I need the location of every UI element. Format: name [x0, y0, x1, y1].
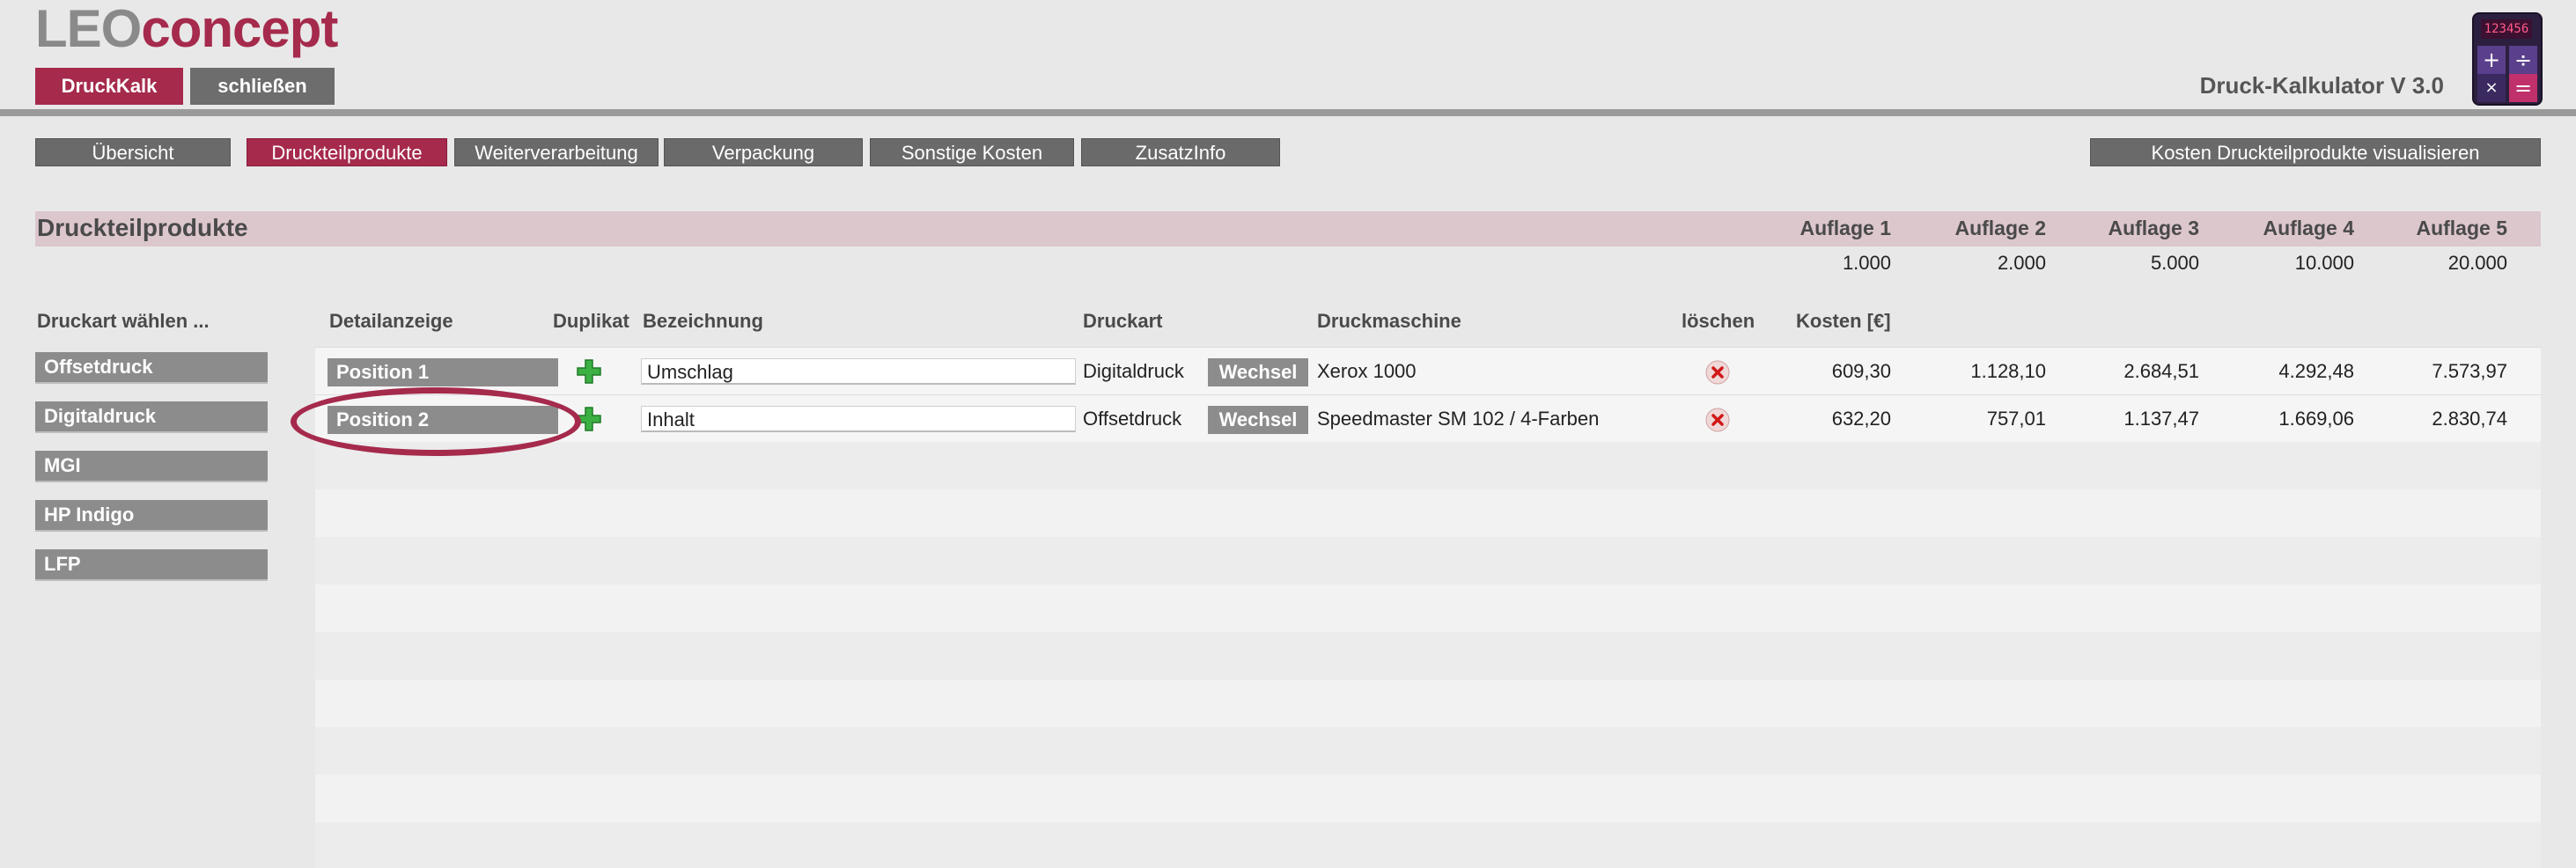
tab-zusatzinfo[interactable]: ZusatzInfo: [1081, 138, 1280, 166]
print-type-digitaldruck[interactable]: Digitaldruck: [35, 401, 268, 433]
column-bezeichnung: Bezeichnung: [643, 310, 763, 332]
kosten-value: 4.292,48: [2278, 360, 2354, 382]
calculator-display: 123456: [2481, 19, 2532, 39]
tab-druckteilprodukte[interactable]: Druckteilprodukte: [247, 138, 447, 166]
bezeichnung-field[interactable]: Inhalt: [641, 406, 1076, 432]
auflage-quantity: 20.000: [2447, 252, 2507, 274]
delete-icon[interactable]: [1704, 407, 1731, 433]
druckkalk-button[interactable]: DruckKalk: [35, 68, 183, 105]
column-duplikat: Duplikat: [553, 310, 629, 332]
duplicate-plus-icon[interactable]: [576, 358, 602, 385]
kosten-value: 632,20: [1831, 408, 1891, 430]
auflage-header: Auflage 1: [1800, 217, 1891, 239]
tab-uebersicht[interactable]: Übersicht: [35, 138, 231, 166]
auflage-quantity: 5.000: [2150, 252, 2199, 274]
tab-sonstige-kosten[interactable]: Sonstige Kosten: [870, 138, 1074, 166]
empty-row: [315, 632, 2541, 680]
wechsel-button[interactable]: Wechsel: [1208, 406, 1308, 434]
kosten-value: 2.684,51: [2123, 360, 2199, 382]
empty-row: [315, 489, 2541, 537]
druckart-value: Offsetdruck: [1083, 408, 1182, 430]
column-druckmaschine: Druckmaschine: [1317, 310, 1461, 332]
auflage-header: Auflage 3: [2108, 217, 2199, 239]
empty-row: [315, 537, 2541, 585]
empty-row: [315, 822, 2541, 868]
column-detailanzeige: Detailanzeige: [329, 310, 453, 332]
print-type-hp-indigo[interactable]: HP Indigo: [35, 500, 268, 532]
bezeichnung-field[interactable]: Umschlag: [641, 358, 1076, 385]
delete-icon[interactable]: [1704, 359, 1731, 386]
position-1-button[interactable]: Position 1: [328, 358, 558, 386]
print-type-offsetdruck[interactable]: Offsetdruck: [35, 352, 268, 384]
kosten-value: 7.573,97: [2432, 360, 2507, 382]
empty-row: [315, 680, 2541, 727]
tab-verpackung[interactable]: Verpackung: [664, 138, 863, 166]
header-divider: [0, 109, 2576, 116]
calculator-icon[interactable]: 123456 + ÷ × =: [2472, 12, 2543, 106]
kosten-value: 2.830,74: [2432, 408, 2507, 430]
equals-key-icon: =: [2509, 74, 2537, 102]
print-type-mgi[interactable]: MGI: [35, 451, 268, 482]
druckart-waehlen-label: Druckart wählen ...: [37, 310, 210, 332]
leoconcept-logo: LEOconcept: [35, 0, 338, 58]
close-button[interactable]: schließen: [190, 68, 335, 105]
druckart-value: Digitaldruck: [1083, 360, 1184, 382]
auflage-header: Auflage 2: [1954, 217, 2046, 239]
tab-weiterverarbeitung[interactable]: Weiterverarbeitung: [454, 138, 659, 166]
app-title: Druck-Kalkulator V 3.0: [2199, 72, 2444, 99]
kosten-value: 757,01: [1986, 408, 2046, 430]
empty-row: [315, 727, 2541, 775]
auflage-quantity: 10.000: [2294, 252, 2354, 274]
auflage-header: Auflage 4: [2263, 217, 2354, 239]
auflage-header: Auflage 5: [2416, 217, 2507, 239]
empty-row: [315, 442, 2541, 489]
kosten-value: 1.669,06: [2278, 408, 2354, 430]
druckmaschine-value: Speedmaster SM 102 / 4-Farben: [1317, 408, 1600, 430]
druckmaschine-value: Xerox 1000: [1317, 360, 1417, 382]
kosten-value: 609,30: [1831, 360, 1891, 382]
visualize-costs-button[interactable]: Kosten Druckteilprodukte visualisieren: [2090, 138, 2541, 166]
wechsel-button[interactable]: Wechsel: [1208, 358, 1308, 386]
section-title: Druckteilprodukte: [37, 214, 248, 241]
column-kosten: Kosten [€]: [1796, 310, 1891, 332]
plus-key-icon: +: [2477, 46, 2506, 74]
empty-row: [315, 775, 2541, 822]
kosten-value: 1.128,10: [1970, 360, 2046, 382]
column-druckart: Druckart: [1083, 310, 1163, 332]
multiply-key-icon: ×: [2477, 74, 2506, 102]
print-type-lfp[interactable]: LFP: [35, 549, 268, 581]
column-loeschen: löschen: [1682, 310, 1755, 332]
auflage-quantity: 1.000: [1842, 252, 1891, 274]
highlight-ellipse: [291, 387, 581, 456]
divide-key-icon: ÷: [2509, 46, 2537, 74]
empty-row: [315, 585, 2541, 632]
kosten-value: 1.137,47: [2123, 408, 2199, 430]
auflage-quantity: 2.000: [1997, 252, 2046, 274]
